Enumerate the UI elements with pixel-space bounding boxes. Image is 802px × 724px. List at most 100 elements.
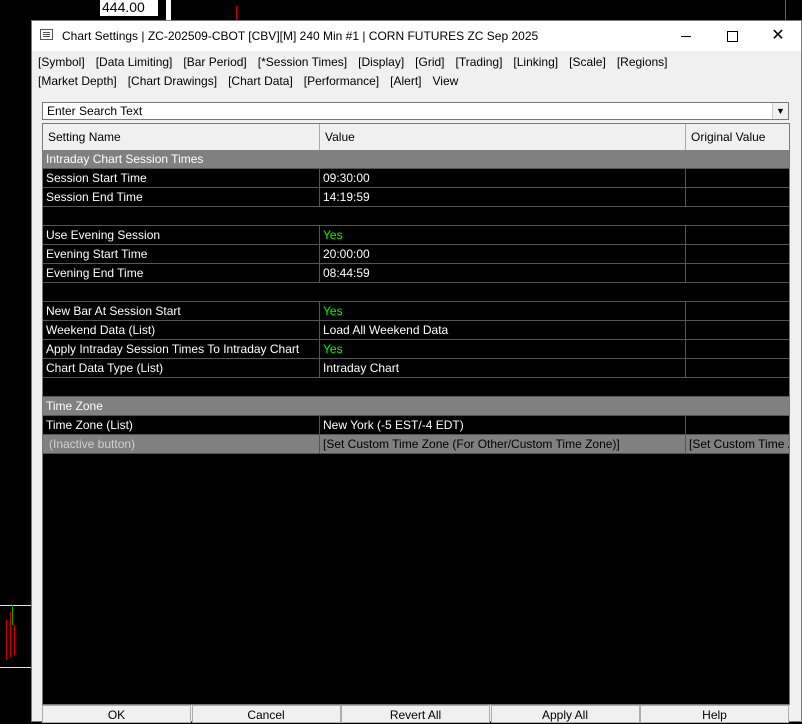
menu-item[interactable]: [Grid] [415, 53, 444, 72]
setting-name: Time Zone (List) [43, 416, 320, 435]
setting-row[interactable]: Evening End Time 08:44:59 [43, 264, 789, 283]
setting-value[interactable]: 08:44:59 [320, 264, 686, 283]
setting-name: Evening Start Time [43, 245, 320, 264]
button-bar: OK Cancel Revert All Apply All Help [42, 705, 790, 723]
setting-value[interactable]: Yes [320, 302, 686, 321]
menu-item[interactable]: [Data Limiting] [96, 53, 173, 72]
chart-bar [12, 605, 13, 625]
menu-item[interactable]: [Chart Data] [228, 72, 293, 91]
original-value [686, 245, 789, 264]
original-value [686, 264, 789, 283]
setting-row[interactable]: Apply Intraday Session Times To Intraday… [43, 340, 789, 359]
setting-name: New Bar At Session Start [43, 302, 320, 321]
menu-item[interactable]: [Display] [358, 53, 404, 72]
grid-rows: Intraday Chart Session Times Session Star… [43, 150, 789, 454]
setting-value[interactable]: Yes [320, 226, 686, 245]
original-value [686, 359, 789, 378]
section-title: Intraday Chart Session Times [43, 150, 789, 169]
setting-value[interactable]: New York (-5 EST/-4 EDT) [320, 416, 686, 435]
section-header[interactable]: Time Zone [43, 397, 789, 416]
setting-row[interactable]: Use Evening Session Yes [43, 226, 789, 245]
minimize-icon[interactable] [663, 21, 709, 51]
menu-item[interactable]: [Symbol] [38, 53, 85, 72]
setting-value[interactable]: Yes [320, 340, 686, 359]
original-value [686, 321, 789, 340]
maximize-icon[interactable] [709, 21, 755, 51]
chevron-down-icon[interactable]: ▼ [772, 103, 788, 119]
setting-row[interactable]: Session End Time 14:19:59 [43, 188, 789, 207]
menu-item[interactable]: [Alert] [390, 72, 421, 91]
cancel-button[interactable]: Cancel [191, 705, 341, 723]
spacer-row [43, 378, 789, 397]
setting-row[interactable]: Time Zone (List) New York (-5 EST/-4 EDT) [43, 416, 789, 435]
menu-item[interactable]: [Chart Drawings] [128, 72, 217, 91]
ok-button[interactable]: OK [42, 705, 191, 723]
spacer-cell [43, 207, 789, 226]
menu-item[interactable]: [Trading] [456, 53, 503, 72]
setting-value[interactable]: Intraday Chart [320, 359, 686, 378]
settings-grid: Setting Name Value Original Value Intrad… [42, 123, 790, 705]
spacer-row [43, 207, 789, 226]
original-value [686, 302, 789, 321]
title-bar[interactable]: Chart Settings | ZC-202509-CBOT [CBV][M]… [32, 21, 801, 51]
inactive-button-row[interactable]: (Inactive button) [Set Custom Time Zone (… [43, 435, 789, 454]
column-header-value[interactable]: Value [320, 124, 686, 150]
setting-name: (Inactive button) [43, 435, 320, 454]
setting-name: Chart Data Type (List) [43, 359, 320, 378]
column-header-setting-name[interactable]: Setting Name [43, 124, 320, 150]
original-value [686, 416, 789, 435]
setting-name: Use Evening Session [43, 226, 320, 245]
chart-line [0, 605, 31, 606]
setting-value[interactable]: Load All Weekend Data [320, 321, 686, 340]
setting-name: Weekend Data (List) [43, 321, 320, 340]
setting-value[interactable]: 09:30:00 [320, 169, 686, 188]
setting-name: Evening End Time [43, 264, 320, 283]
menu-item[interactable]: [*Session Times] [258, 53, 347, 72]
setting-row[interactable]: Evening Start Time 20:00:00 [43, 245, 789, 264]
setting-value[interactable]: 20:00:00 [320, 245, 686, 264]
original-value[interactable]: [Set Custom Time Zone (For Other/Custom … [686, 435, 789, 454]
spacer-cell [43, 378, 789, 397]
menu-item[interactable]: View [433, 72, 459, 91]
menu-item[interactable]: [Performance] [304, 72, 379, 91]
menu-item[interactable]: [Bar Period] [183, 53, 246, 72]
help-button[interactable]: Help [640, 705, 789, 723]
section-header[interactable]: Intraday Chart Session Times [43, 150, 789, 169]
setting-row[interactable]: Chart Data Type (List) Intraday Chart [43, 359, 789, 378]
chart-bar [6, 620, 7, 660]
setting-name: Session Start Time [43, 169, 320, 188]
menu-item[interactable]: [Linking] [513, 53, 558, 72]
chart-bar [785, 0, 786, 20]
revert-all-button[interactable]: Revert All [341, 705, 490, 723]
original-value [686, 169, 789, 188]
settings-menu: [Symbol] [Data Limiting] [Bar Period] [*Ses… [38, 53, 718, 91]
setting-row[interactable]: New Bar At Session Start Yes [43, 302, 789, 321]
chart-bar [236, 6, 237, 20]
search-box[interactable]: ▼ [42, 102, 789, 120]
close-icon[interactable]: ✕ [755, 21, 801, 51]
setting-name: Session End Time [43, 188, 320, 207]
spacer-row [43, 283, 789, 302]
setting-name: Apply Intraday Session Times To Intraday… [43, 340, 320, 359]
original-value [686, 188, 789, 207]
setting-value[interactable]: 14:19:59 [320, 188, 686, 207]
original-value [686, 226, 789, 245]
grid-header: Setting Name Value Original Value [43, 124, 789, 151]
set-custom-time-zone-button[interactable]: [Set Custom Time Zone (For Other/Custom … [320, 435, 686, 454]
menu-item[interactable]: [Regions] [617, 53, 668, 72]
menu-item[interactable]: [Market Depth] [38, 72, 117, 91]
section-title: Time Zone [43, 397, 789, 416]
original-value [686, 340, 789, 359]
chart-bar [14, 625, 15, 655]
chart-line [0, 667, 31, 668]
search-input[interactable] [43, 103, 771, 119]
menu-item[interactable]: [Scale] [569, 53, 606, 72]
price-axis-label: 444.00 [100, 0, 158, 16]
apply-all-button[interactable]: Apply All [490, 705, 640, 723]
chart-bar [166, 0, 171, 20]
column-header-original-value[interactable]: Original Value [686, 124, 789, 150]
window-title: Chart Settings | ZC-202509-CBOT [CBV][M]… [62, 29, 539, 43]
setting-row[interactable]: Weekend Data (List) Load All Weekend Data [43, 321, 789, 340]
setting-row[interactable]: Session Start Time 09:30:00 [43, 169, 789, 188]
app-icon [40, 29, 53, 40]
